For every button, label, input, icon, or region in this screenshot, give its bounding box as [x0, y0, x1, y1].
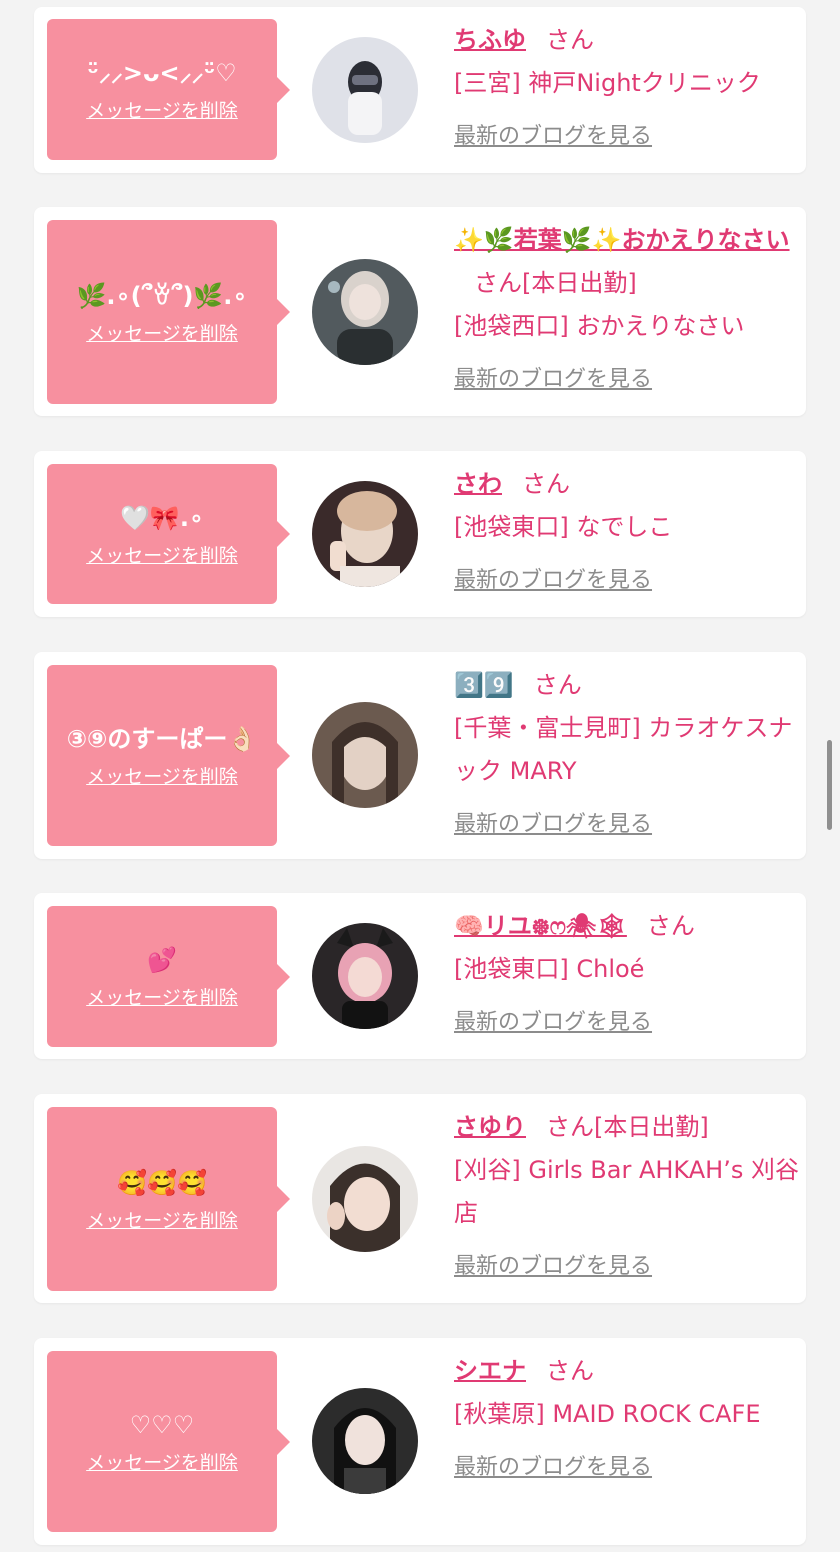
san-suffix: さん	[522, 470, 570, 498]
cast-info: シエナ さん [秋葉原] MAID ROCK CAFE 最新のブログを見る	[454, 1350, 799, 1489]
avatar[interactable]	[312, 481, 418, 587]
message-card: 💕 メッセージを削除 🧠リユ᪥ෆ🕷🕸 さん [池袋東口] Chloé 最新のブログ…	[34, 893, 806, 1059]
cast-info: ✨🌿若葉🌿✨おかえりなさいさん[本日出勤] [池袋西口] おかえりなさい 最新の…	[454, 219, 799, 401]
san-suffix: さん	[533, 671, 582, 699]
san-suffix: さん	[546, 1113, 594, 1141]
cast-info: さわ さん [池袋東口] なでしこ 最新のブログを見る	[454, 463, 799, 602]
message-text: 🤍🎀.∘	[120, 503, 204, 532]
cast-name-link[interactable]: ちふゆ	[454, 26, 526, 54]
avatar[interactable]	[312, 923, 418, 1029]
cast-info: さゆり さん[本日出勤] [刈谷] Girls Bar AHKAH’s 刈谷店 最…	[454, 1106, 799, 1288]
delete-message-link[interactable]: メッセージを削除	[86, 1448, 238, 1475]
message-card: ᵕ̈⸝⸝>ᴗ<⸝⸝ᵕ̈♡ メッセージを削除 ちふゆ さん [三宮] 神戸Night…	[34, 7, 806, 173]
message-bubble: 💕 メッセージを削除	[47, 906, 290, 1047]
latest-blog-link[interactable]: 最新のブログを見る	[454, 1245, 799, 1288]
cast-info: ちふゆ さん [三宮] 神戸Nightクリニック 最新のブログを見る	[454, 19, 799, 158]
message-bubble: ③⑨のすーぱー👌🏻 メッセージを削除	[47, 665, 290, 846]
shop-name: [池袋東口] Chloé	[454, 955, 645, 983]
message-text: 🥰🥰🥰	[117, 1168, 207, 1197]
cast-name-link[interactable]: 3️⃣9️⃣	[454, 671, 514, 699]
delete-message-link[interactable]: メッセージを削除	[86, 1206, 238, 1233]
message-bubble: ♡♡♡ メッセージを削除	[47, 1351, 290, 1532]
latest-blog-link[interactable]: 最新のブログを見る	[454, 559, 799, 602]
message-card: 🤍🎀.∘ メッセージを削除 さわ さん [池袋東口] なでしこ 最新のブログを見る	[34, 451, 806, 617]
cast-name-link[interactable]: ✨🌿若葉🌿✨おかえりなさい	[454, 226, 790, 254]
cast-name-link[interactable]: シエナ	[454, 1357, 526, 1385]
shop-name: [三宮] 神戸Nightクリニック	[454, 69, 761, 97]
avatar[interactable]	[312, 702, 418, 808]
delete-message-link[interactable]: メッセージを削除	[86, 96, 238, 123]
latest-blog-link[interactable]: 最新のブログを見る	[454, 1001, 799, 1044]
latest-blog-link[interactable]: 最新のブログを見る	[454, 115, 799, 158]
cast-info: 3️⃣9️⃣ さん [千葉・富士見町] カラオケスナック MARY 最新のブログを…	[454, 664, 799, 846]
message-card: 🥰🥰🥰 メッセージを削除 さゆり さん[本日出勤] [刈谷] Girls Bar …	[34, 1094, 806, 1303]
latest-blog-link[interactable]: 最新のブログを見る	[454, 803, 799, 846]
latest-blog-link[interactable]: 最新のブログを見る	[454, 358, 799, 401]
message-bubble: 🤍🎀.∘ メッセージを削除	[47, 464, 290, 604]
shop-name: [池袋西口] おかえりなさい	[454, 312, 745, 340]
cast-name-link[interactable]: さわ	[454, 470, 502, 498]
san-suffix: さん	[546, 1357, 594, 1385]
message-card: ③⑨のすーぱー👌🏻 メッセージを削除 3️⃣9️⃣ さん [千葉・富士見町] カラ…	[34, 652, 806, 859]
shop-name: [秋葉原] MAID ROCK CAFE	[454, 1400, 761, 1428]
avatar[interactable]	[312, 37, 418, 143]
san-suffix: さん	[474, 269, 522, 297]
message-text: ᵕ̈⸝⸝>ᴗ<⸝⸝ᵕ̈♡	[87, 59, 237, 87]
message-bubble: 🌿.∘(՞ꈊ՞)🌿.∘ メッセージを削除	[47, 220, 290, 404]
shop-name: [池袋東口] なでしこ	[454, 513, 673, 541]
message-text: 💕	[147, 946, 177, 974]
cast-name-link[interactable]: 🧠リユ᪥ෆ🕷🕸	[454, 912, 627, 940]
message-card: 🌿.∘(՞ꈊ՞)🌿.∘ メッセージを削除 ✨🌿若葉🌿✨おかえりなさいさん[本日出…	[34, 207, 806, 416]
delete-message-link[interactable]: メッセージを削除	[86, 983, 238, 1010]
delete-message-link[interactable]: メッセージを削除	[86, 319, 238, 346]
on-duty-badge: [本日出勤]	[522, 269, 637, 297]
san-suffix: さん	[646, 912, 695, 940]
avatar[interactable]	[312, 1388, 418, 1494]
scrollbar[interactable]	[827, 740, 832, 830]
avatar[interactable]	[312, 1146, 418, 1252]
latest-blog-link[interactable]: 最新のブログを見る	[454, 1446, 799, 1489]
message-text: ♡♡♡	[129, 1411, 195, 1439]
san-suffix: さん	[546, 26, 594, 54]
avatar[interactable]	[312, 259, 418, 365]
cast-name-link[interactable]: さゆり	[454, 1113, 526, 1141]
shop-name: [千葉・富士見町] カラオケスナック MARY	[454, 714, 793, 785]
message-bubble: ᵕ̈⸝⸝>ᴗ<⸝⸝ᵕ̈♡ メッセージを削除	[47, 19, 290, 160]
delete-message-link[interactable]: メッセージを削除	[86, 541, 238, 568]
message-text: ③⑨のすーぱー👌🏻	[66, 725, 258, 753]
message-text: 🌿.∘(՞ꈊ՞)🌿.∘	[76, 281, 248, 310]
on-duty-badge: [本日出勤]	[594, 1113, 709, 1141]
shop-name: [刈谷] Girls Bar AHKAH’s 刈谷店	[454, 1156, 799, 1227]
cast-info: 🧠リユ᪥ෆ🕷🕸 さん [池袋東口] Chloé 最新のブログを見る	[454, 905, 799, 1044]
message-card: ♡♡♡ メッセージを削除 シエナ さん [秋葉原] MAID ROCK CAFE …	[34, 1338, 806, 1545]
delete-message-link[interactable]: メッセージを削除	[86, 762, 238, 789]
message-bubble: 🥰🥰🥰 メッセージを削除	[47, 1107, 290, 1291]
